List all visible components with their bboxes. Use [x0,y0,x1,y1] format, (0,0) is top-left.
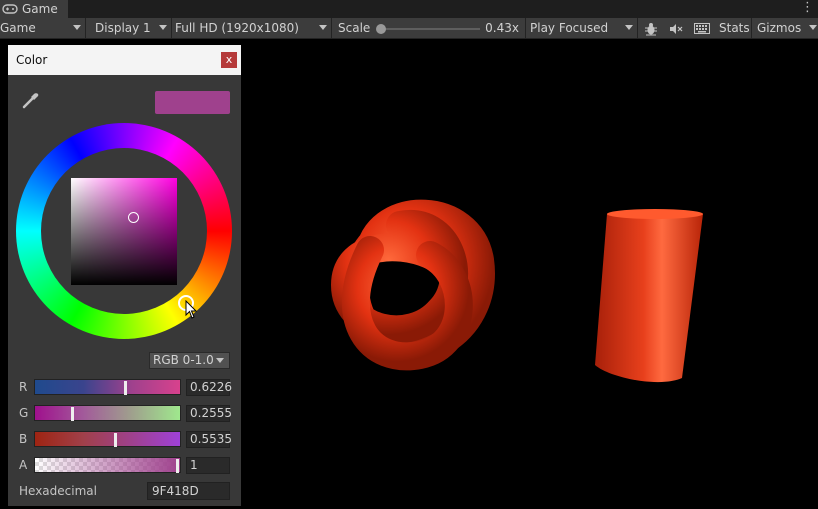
more-options-icon[interactable]: ⋮ [801,1,814,15]
torus-knot [330,199,495,371]
saturation-value-square[interactable] [71,178,177,285]
chevron-down-icon [625,25,633,30]
channel-slider-a[interactable] [34,457,181,473]
color-picker-title: Color [16,53,48,67]
channel-row-b: B 0.5535 [8,430,241,450]
tab-bar: Game ⋮ [0,0,818,18]
channel-value-r[interactable]: 0.6226 [186,379,232,396]
chevron-down-icon [73,25,81,30]
channel-label: G [19,406,29,420]
current-color-swatch[interactable] [155,91,230,114]
saturation-value-cursor[interactable] [128,212,139,223]
tab-game[interactable]: Game [0,0,68,18]
display-label: Display 1 [95,21,151,35]
hex-input[interactable]: 9F418D [147,482,230,500]
slider-handle[interactable] [176,459,179,473]
scale-slider-track[interactable] [380,28,480,30]
slider-handle[interactable] [114,433,117,447]
channel-row-g: G 0.2555 [8,404,241,424]
resolution-dropdown[interactable]: Full HD (1920x1080) [172,18,332,38]
cylinder [595,209,703,383]
slider-handle[interactable] [124,381,127,395]
chevron-down-icon [216,358,224,363]
resolution-label: Full HD (1920x1080) [175,21,299,35]
hex-label: Hexadecimal [19,484,97,498]
gizmos-label: Gizmos [757,21,802,35]
keyboard-icon[interactable] [691,19,713,38]
chevron-down-icon [809,25,817,30]
stats-button[interactable]: Stats [716,18,752,38]
scale-value: 0.43x [485,21,519,35]
channel-label: B [19,432,28,446]
channel-slider-r[interactable] [34,379,181,395]
color-mode-label: RGB 0-1.0 [153,353,214,367]
mute-audio-icon[interactable] [665,19,687,38]
display-dropdown[interactable]: Display 1 [86,18,172,38]
tab-label: Game [22,2,58,16]
channel-slider-g[interactable] [34,405,181,421]
channel-value-a[interactable]: 1 [186,457,230,474]
slider-handle[interactable] [71,407,74,421]
play-mode-dropdown[interactable]: Play Focused [526,18,638,38]
channel-value-g[interactable]: 0.2555 [186,405,232,422]
channel-slider-b[interactable] [34,431,181,447]
scale-slider-thumb[interactable] [376,24,386,34]
play-mode-label: Play Focused [530,21,609,35]
channel-row-a: A 1 [8,456,241,476]
stats-label: Stats [719,21,750,35]
channel-value-b[interactable]: 0.5535 [186,431,232,448]
chevron-down-icon [159,25,167,30]
gamepad-icon [2,4,18,14]
gizmos-dropdown[interactable]: Gizmos [752,18,818,38]
channel-label: R [19,380,28,394]
scale-label: Scale [338,21,371,35]
chevron-down-icon [319,25,327,30]
bug-icon[interactable] [640,19,662,38]
color-mode-dropdown[interactable]: RGB 0-1.0 [149,352,230,369]
channel-label: A [19,458,28,472]
mouse-pointer-icon [185,300,198,319]
eyedropper-icon[interactable] [20,91,40,111]
game-view-label: Game [0,21,36,35]
channel-row-r: R 0.6226 [8,378,241,398]
close-button[interactable]: x [221,52,237,68]
game-view-dropdown[interactable]: Game [0,18,86,38]
color-picker-window: Color x RGB 0-1.0 R 0.6226 G 0.2555 B 0.… [8,45,241,506]
color-picker-titlebar[interactable]: Color x [8,45,241,75]
